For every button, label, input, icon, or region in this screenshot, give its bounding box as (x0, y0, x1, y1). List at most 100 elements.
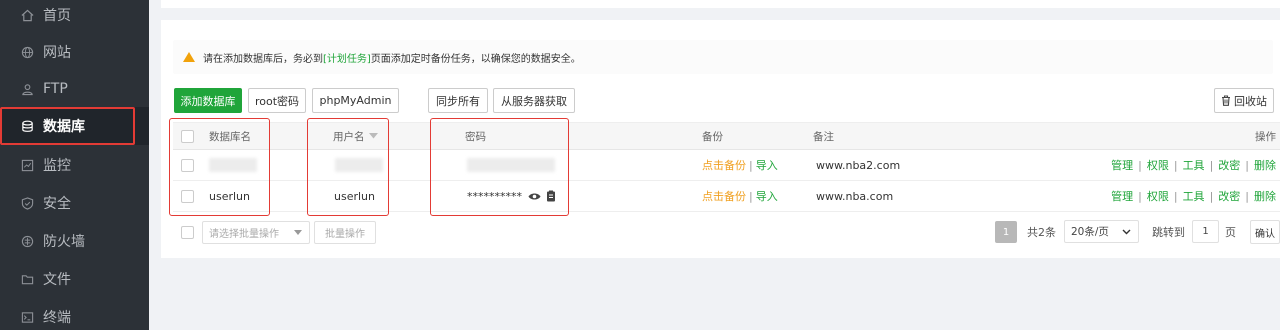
col-db-name[interactable]: 数据库名 (209, 123, 251, 149)
backup-cell: 点击备份 | 导入 (702, 181, 778, 211)
col-remark: 备注 (813, 130, 834, 143)
folder-icon (20, 272, 34, 286)
separator: | (1209, 158, 1214, 172)
col-password: 密码 (465, 130, 486, 143)
backup-now-link[interactable]: 点击备份 (702, 157, 746, 173)
confirm-jump-button[interactable]: 确认 (1250, 220, 1280, 244)
db-name-cell (209, 150, 257, 180)
separator: | (749, 189, 753, 203)
permission-link[interactable]: 权限 (1147, 188, 1169, 204)
eye-icon[interactable] (528, 192, 541, 201)
cron-task-link[interactable]: [计划任务] (323, 50, 371, 65)
backup-cell: 点击备份 | 导入 (702, 150, 778, 180)
change-password-link[interactable]: 改密 (1218, 188, 1240, 204)
sidebar-item-label: 数据库 (43, 119, 85, 135)
recycle-bin-label: 回收站 (1234, 94, 1267, 108)
password-masked: ********** (467, 189, 522, 203)
footer-select-all-checkbox[interactable] (181, 226, 194, 239)
password-cell: ********** (467, 181, 556, 211)
recycle-bin-button[interactable]: 回收站 (1214, 88, 1274, 113)
table-row: userlun userlun ********** 点击备份 | 导入 www… (173, 181, 1280, 212)
col-username[interactable]: 用户名 (333, 123, 378, 149)
password-cell (467, 150, 555, 180)
batch-select-placeholder: 请选择批量操作 (209, 229, 279, 240)
row-checkbox[interactable] (181, 158, 194, 172)
tools-link[interactable]: 工具 (1183, 188, 1205, 204)
row-checkbox-cell (181, 181, 194, 211)
sidebar-item-label: 安全 (43, 196, 71, 212)
col-username-label: 用户名 (333, 130, 365, 143)
remark-cell[interactable]: www.nba.com (816, 181, 893, 211)
database-panel: 请在添加数据库后，务必到 [计划任务] 页面添加定时备份任务，以确保您的数据安全… (161, 20, 1280, 258)
redacted-db-name (209, 158, 257, 172)
select-all-cell (181, 123, 194, 149)
change-password-link[interactable]: 改密 (1218, 157, 1240, 173)
import-link[interactable]: 导入 (756, 157, 778, 173)
jump-to-label: 跳转到 (1152, 226, 1185, 239)
database-icon (20, 119, 34, 133)
sidebar-item-security[interactable]: 安全 (0, 184, 149, 222)
per-page-select[interactable]: 20条/页 (1064, 220, 1139, 243)
sidebar-item-firewall[interactable]: 防火墙 (0, 222, 149, 260)
notice-suffix: 页面添加定时备份任务，以确保您的数据安全。 (370, 53, 581, 65)
separator: | (749, 158, 753, 172)
warning-icon (183, 52, 195, 62)
sync-all-button[interactable]: 同步所有 (428, 88, 488, 113)
batch-operation-select[interactable]: 请选择批量操作 (202, 221, 310, 244)
backup-now-link[interactable]: 点击备份 (702, 188, 746, 204)
manage-link[interactable]: 管理 (1111, 157, 1133, 173)
separator: | (1173, 158, 1178, 172)
table-row: 点击备份 | 导入 www.nba2.com 管理 | 权限 | 工具 | 改密 | 删… (173, 150, 1280, 181)
home-icon (20, 8, 34, 22)
terminal-icon (20, 310, 34, 324)
shield-icon (20, 196, 34, 210)
col-backup: 备份 (702, 130, 723, 143)
ops-cell: 管理 | 权限 | 工具 | 改密 | 删除 (1111, 150, 1276, 180)
redacted-password (467, 158, 555, 172)
batch-operation-button[interactable]: 批量操作 (314, 221, 376, 244)
sidebar-item-label: 监控 (43, 158, 71, 174)
sidebar-item-monitor[interactable]: 监控 (0, 146, 149, 184)
delete-link[interactable]: 删除 (1254, 188, 1276, 204)
per-page-value: 20条/页 (1071, 226, 1109, 238)
root-password-button[interactable]: root密码 (248, 88, 306, 113)
sidebar: 首页 网站 FTP 数据库 监控 安全 防火墙 文件 终端 (0, 0, 149, 330)
ftp-icon (20, 82, 34, 96)
select-all-checkbox[interactable] (181, 129, 194, 143)
remark-cell[interactable]: www.nba2.com (816, 150, 900, 180)
username-cell: userlun (334, 189, 375, 203)
manage-link[interactable]: 管理 (1111, 188, 1133, 204)
copy-icon[interactable] (546, 190, 556, 202)
page-1-button[interactable]: 1 (995, 221, 1017, 243)
import-link[interactable]: 导入 (756, 188, 778, 204)
chevron-down-icon (1122, 229, 1131, 234)
username-cell (335, 150, 383, 180)
separator: | (1245, 189, 1249, 203)
separator: | (1245, 158, 1249, 172)
tools-link[interactable]: 工具 (1183, 157, 1205, 173)
sidebar-item-files[interactable]: 文件 (0, 260, 149, 298)
trash-icon (1222, 95, 1230, 106)
sidebar-item-terminal[interactable]: 终端 (0, 298, 149, 330)
jump-page-input[interactable]: 1 (1192, 220, 1219, 243)
sidebar-item-label: FTP (43, 81, 68, 97)
sort-down-icon (368, 133, 378, 139)
sidebar-item-home[interactable]: 首页 (0, 0, 149, 34)
globe-icon (20, 45, 34, 59)
row-checkbox-cell (181, 150, 194, 180)
separator: | (1209, 189, 1214, 203)
sidebar-item-label: 文件 (43, 272, 71, 288)
fetch-from-server-button[interactable]: 从服务器获取 (493, 88, 575, 113)
row-checkbox[interactable] (181, 189, 194, 203)
add-database-button[interactable]: 添加数据库 (174, 88, 242, 113)
sidebar-item-database[interactable]: 数据库 (0, 107, 149, 145)
sidebar-item-ftp[interactable]: FTP (0, 70, 149, 108)
phpmyadmin-button[interactable]: phpMyAdmin (312, 88, 399, 113)
monitor-icon (20, 158, 34, 172)
delete-link[interactable]: 删除 (1254, 157, 1276, 173)
db-name-cell: userlun (209, 189, 250, 203)
permission-link[interactable]: 权限 (1147, 157, 1169, 173)
notice-prefix: 请在添加数据库后，务必到 (203, 53, 323, 65)
ops-cell: 管理 | 权限 | 工具 | 改密 | 删除 (1111, 181, 1276, 211)
sidebar-item-websites[interactable]: 网站 (0, 33, 149, 71)
